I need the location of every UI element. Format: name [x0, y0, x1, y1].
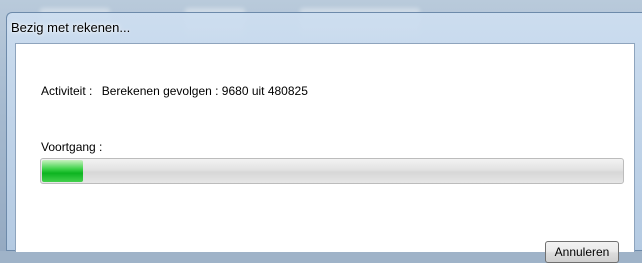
cancel-button[interactable]: Annuleren: [545, 241, 619, 263]
progress-label: Voortgang :: [41, 140, 103, 154]
progress-dialog: Bezig met rekenen... Activiteit : Bereke…: [6, 12, 642, 263]
activity-label: Activiteit :: [41, 84, 93, 98]
dialog-content: Activiteit : Berekenen gevolgen : 9680 u…: [15, 43, 635, 263]
dialog-title: Bezig met rekenen...: [11, 20, 131, 35]
dialog-titlebar[interactable]: Bezig met rekenen...: [7, 13, 642, 43]
activity-row: Activiteit : Berekenen gevolgen : 9680 u…: [41, 84, 308, 98]
activity-value: Berekenen gevolgen : 9680 uit 480825: [101, 84, 308, 98]
progress-bar-fill: [42, 160, 83, 182]
progress-bar: [40, 158, 624, 184]
